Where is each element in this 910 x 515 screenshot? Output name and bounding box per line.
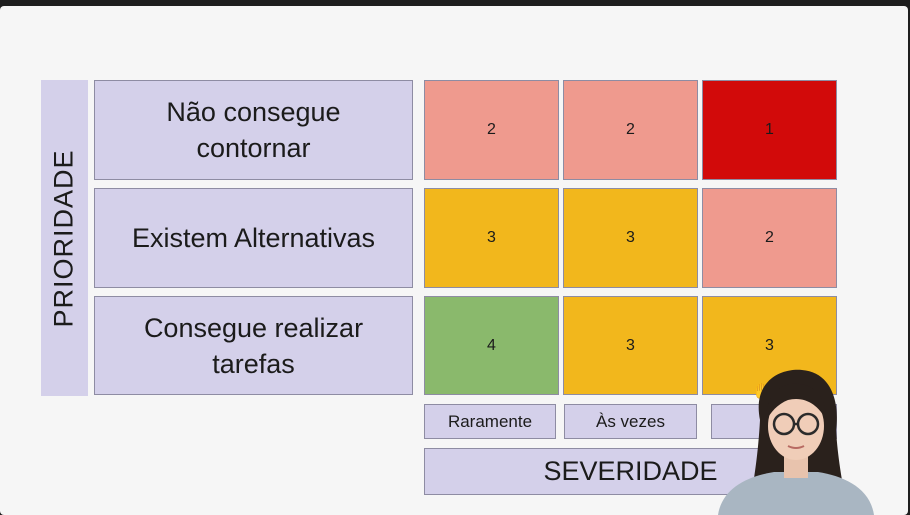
- column-label-raramente: Raramente: [424, 404, 556, 439]
- row-label-consegue-realizar-tarefas: Consegue realizar tarefas: [94, 296, 413, 395]
- matrix-cell: 1: [702, 80, 837, 180]
- column-label-as-vezes: Às vezes: [564, 404, 697, 439]
- presenter-figure: [718, 369, 874, 515]
- matrix-cell: 2: [563, 80, 698, 180]
- matrix-cell: 3: [424, 188, 559, 288]
- matrix-cell: 3: [563, 296, 698, 395]
- matrix-cell: 4: [424, 296, 559, 395]
- priority-axis-label: PRIORIDADE: [49, 148, 79, 328]
- row-label-existem-alternativas: Existem Alternativas: [94, 188, 413, 288]
- presenter-webcam: [708, 360, 880, 515]
- priority-axis-label-box: PRIORIDADE: [41, 80, 88, 396]
- matrix-cell: 2: [702, 188, 837, 288]
- row-label-nao-consegue-contornar: Não consegue contornar: [94, 80, 413, 180]
- matrix-cell: 3: [563, 188, 698, 288]
- matrix-cell: 2: [424, 80, 559, 180]
